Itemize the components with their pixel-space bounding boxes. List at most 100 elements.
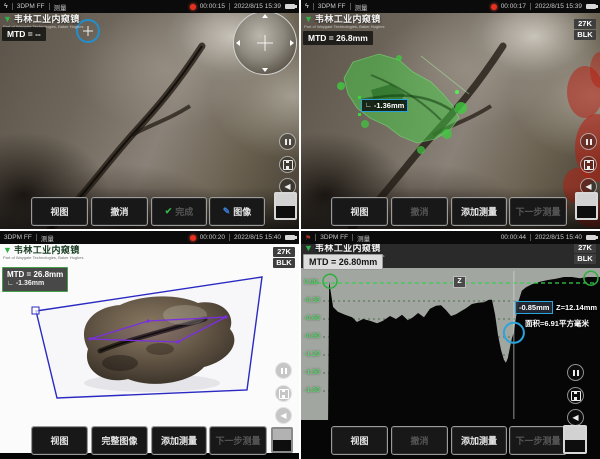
add-measure-button[interactable]: 添加测量 [452, 198, 506, 225]
mode-chip: BLK [273, 258, 295, 268]
tab-measure[interactable]: 测量 [355, 2, 368, 12]
screen-toggle-button[interactable] [274, 192, 297, 220]
depth-value-label[interactable]: ∟ -1.36mm [361, 99, 408, 112]
measurement-summary-box[interactable]: MTD = 26.8mm ∟ -1.36mm [2, 267, 68, 292]
screen-toggle-button[interactable] [575, 192, 598, 220]
videoscope-quad-view: ϟ 3DPM FF 测量 00:00:15 2022/8/15 15:39 ▼ … [0, 0, 600, 459]
back-button[interactable]: ◀ [567, 409, 584, 426]
full-image-button[interactable]: 完整图像 [92, 427, 147, 454]
save-button[interactable] [567, 387, 584, 404]
pause-button[interactable] [567, 364, 584, 381]
zoom-chip: 27K [574, 19, 596, 29]
save-button[interactable] [580, 156, 597, 173]
mode-chip: BLK [574, 30, 596, 40]
magnifier-marker-icon [236, 40, 240, 46]
datetime: 2022/8/15 15:39 [535, 3, 582, 10]
screen-toggle-button[interactable] [271, 427, 293, 453]
brand-logo: ▼ 韦林工业内窥镜 Part of Waygate Technologies, … [3, 246, 84, 260]
zoom-chip: 27K [574, 243, 596, 253]
brand-logo: ▼ 韦林工业内窥镜 Part of Waygate Technologies, … [304, 15, 385, 29]
mode-label: 3DPM FF [17, 3, 45, 10]
handle-dot[interactable] [358, 96, 361, 99]
depth-icon: ∟ [365, 102, 372, 109]
area-label: 面积=6.91平方毫米 [525, 318, 589, 329]
add-measure-button[interactable]: 添加测量 [152, 427, 206, 454]
save-icon [283, 160, 293, 170]
back-arrow-icon: ◀ [585, 182, 591, 191]
undo-button[interactable]: 撤消 [392, 427, 447, 454]
separator [49, 3, 50, 10]
brand-subtitle: Part of Waygate Technologies, Baker Hugh… [304, 25, 385, 29]
tab-measure[interactable]: 测量 [357, 233, 370, 243]
quadrant-depth-profile: 0.00-0.30-0.60-0.90-1.20-1.50-1.80 Z -0.… [301, 231, 600, 459]
depth-readout: -1.36mm [16, 280, 44, 287]
next-measure-button[interactable]: 下一步测量 [210, 427, 266, 454]
status-bar: 3DPM FF 测量 00:00:20 2022/8/15 15:40 [0, 231, 299, 244]
handle-dot[interactable] [358, 113, 361, 116]
view-button[interactable]: 视图 [32, 427, 87, 454]
datetime: 2022/8/15 15:39 [234, 3, 281, 10]
done-button[interactable]: ✔ 完成 [152, 198, 206, 225]
separator [229, 3, 230, 10]
record-timer: 00:00:15 [200, 3, 225, 10]
next-measure-button[interactable]: 下一步测量 [510, 198, 566, 225]
y-tick-label: -1.20 [304, 351, 320, 358]
y-tick-label: -0.60 [304, 315, 320, 322]
point-cloud-view[interactable] [0, 231, 299, 459]
pause-button[interactable] [279, 133, 296, 150]
status-bar: ϟ 3DPM FF 测量 00:00:17 2022/8/15 15:39 [301, 0, 600, 13]
depth-icon: ∟ [7, 280, 14, 287]
add-measure-button[interactable]: 添加测量 [452, 427, 506, 454]
z-axis-label: Z [453, 276, 466, 288]
mode-chip: BLK [574, 254, 596, 264]
screen-toggle-button[interactable] [563, 425, 587, 454]
save-button[interactable] [275, 385, 292, 402]
record-indicator-icon [190, 235, 196, 241]
brand-title: 韦林工业内窥镜 [315, 244, 381, 253]
logo-triangle-icon: ▼ [304, 15, 313, 24]
tab-measure[interactable]: 测量 [41, 233, 54, 243]
record-timer: 00:00:44 [501, 234, 526, 241]
tab-measure[interactable]: 测量 [54, 2, 67, 12]
save-button[interactable] [279, 156, 296, 173]
logo-triangle-icon: ▼ [304, 244, 313, 253]
datetime: 2022/8/15 15:40 [234, 234, 281, 241]
image-button[interactable]: ✎ 图像 [210, 198, 264, 225]
separator [350, 3, 351, 10]
battery-icon [285, 235, 295, 240]
separator [315, 234, 316, 241]
status-bar: ⚑ 3DPM FF 测量 00:00:44 2022/8/15 15:40 [301, 231, 600, 244]
save-icon [584, 160, 594, 170]
mode-label: 3DPM FF [318, 3, 346, 10]
quadrant-live-view: ϟ 3DPM FF 测量 00:00:15 2022/8/15 15:39 ▼ … [0, 0, 299, 229]
back-button[interactable]: ◀ [275, 407, 292, 424]
magnifier-marker-icon [262, 68, 268, 72]
y-tick-label: -0.30 [304, 297, 320, 304]
next-measure-button[interactable]: 下一步测量 [510, 427, 566, 454]
logo-triangle-icon: ▼ [3, 246, 12, 255]
undo-button[interactable]: 撤消 [92, 198, 147, 225]
y-tick-label: -1.50 [304, 369, 320, 376]
view-button[interactable]: 视图 [332, 198, 387, 225]
record-indicator-icon [491, 4, 497, 10]
reference-anchor-handle[interactable] [323, 274, 337, 288]
battery-icon [586, 235, 596, 240]
view-button[interactable]: 视图 [332, 427, 387, 454]
undo-button[interactable]: 撤消 [392, 198, 447, 225]
brand-title: 韦林工业内窥镜 [14, 246, 80, 255]
check-icon: ✔ [165, 206, 173, 217]
save-icon [571, 391, 581, 401]
datetime: 2022/8/15 15:40 [535, 234, 582, 241]
pause-button[interactable] [580, 133, 597, 150]
separator [12, 3, 13, 10]
separator [530, 3, 531, 10]
brand-subtitle: Part of Waygate Technologies, Baker Hugh… [3, 256, 84, 260]
logo-triangle-icon: ▼ [3, 15, 12, 24]
pause-button[interactable] [275, 362, 292, 379]
battery-icon [586, 4, 596, 9]
profile-silhouette [328, 277, 600, 431]
lightning-icon: ϟ [4, 3, 8, 10]
separator [313, 3, 314, 10]
view-button[interactable]: 视图 [32, 198, 87, 225]
y-tick-label: -0.90 [304, 333, 320, 340]
